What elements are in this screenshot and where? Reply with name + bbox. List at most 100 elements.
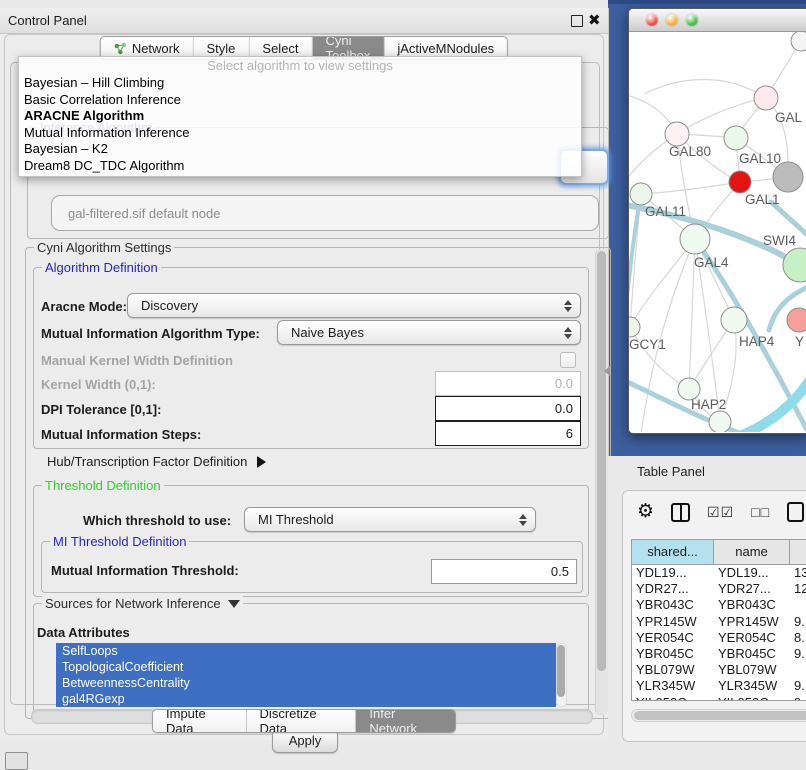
settings-scrollbar-thumb[interactable]	[597, 251, 606, 671]
node-label-gal: GAL	[775, 110, 803, 125]
table-row[interactable]: YER054CYER054C8.	[632, 630, 806, 646]
mi-algorithm-type-select[interactable]: Naive Bayes	[277, 320, 581, 345]
network-node-gal1[interactable]	[729, 171, 751, 193]
aracne-mode-select[interactable]: Discovery	[127, 293, 581, 318]
panel-collapse-arrow-icon[interactable]	[604, 366, 610, 376]
table-row[interactable]: YBR043CYBR043C	[632, 597, 806, 613]
hub-definition-toggle[interactable]: Hub/Transcription Factor Definition	[47, 454, 266, 469]
tab-infer-network[interactable]: Infer Network	[356, 710, 455, 732]
table-cell: YPR145W	[632, 614, 714, 630]
network-node[interactable]	[773, 162, 803, 192]
data-attributes-label: Data Attributes	[37, 625, 130, 640]
table-browser: ⚙ ☑☑ □□ shared...name YDL19...YDL19...13…	[622, 490, 806, 742]
column-header-name[interactable]: name	[714, 540, 790, 564]
columns-icon[interactable]	[671, 503, 690, 522]
mi-threshold-field[interactable]: 0.5	[431, 559, 577, 584]
manual-kernel-width-checkbox[interactable]	[560, 352, 576, 368]
table-row[interactable]: YBR045CYBR045C9.	[632, 646, 806, 662]
table-row[interactable]: YIL052CYIL052C9.	[632, 695, 806, 701]
select-all-columns-icon[interactable]: ☑☑	[707, 501, 734, 523]
function-builder-icon[interactable]	[787, 502, 804, 522]
kernel-width-field[interactable]: 0.0	[435, 371, 581, 396]
table-cell: YBR043C	[632, 597, 714, 613]
minimized-panel-icon[interactable]	[5, 752, 28, 770]
algorithm-option-aracne-algorithm[interactable]: ARACNE Algorithm	[19, 108, 581, 125]
data-attributes-list[interactable]: SelfLoopsTopologicalCoefficientBetweenne…	[56, 643, 556, 707]
tab-label: Network	[132, 41, 180, 56]
table-rows: YDL19...YDL19...13YDR27...YDR27...12YBR0…	[632, 565, 806, 700]
attribute-item-gal4rgexp[interactable]: gal4RGexp	[56, 691, 556, 707]
close-traffic-light-icon[interactable]	[646, 14, 658, 26]
network-node-y[interactable]	[787, 308, 806, 332]
network-node-gal10[interactable]	[724, 126, 748, 150]
column-header-shared[interactable]: shared...	[632, 540, 714, 564]
tab-discretize-data[interactable]: Discretize Data	[247, 710, 357, 732]
node-label-gal11: GAL11	[645, 204, 686, 219]
node-label-hap4: HAP4	[739, 334, 775, 349]
mi-steps-field[interactable]: 6	[435, 421, 581, 446]
spinner-arrows-icon	[564, 300, 572, 312]
algorithm-option-bayesian-k2[interactable]: Bayesian – K2	[19, 141, 581, 158]
network-node-hap4[interactable]	[721, 307, 747, 333]
tab-label: Impute Data	[166, 709, 233, 733]
table-row[interactable]: YDR27...YDR27...12	[632, 581, 806, 597]
attribute-item-betweennesscentrality[interactable]: BetweennessCentrality	[56, 675, 556, 691]
algorithm-option-mutual-information-inference[interactable]: Mutual Information Inference	[19, 125, 581, 142]
table-cell: YBR043C	[714, 597, 790, 613]
network-canvas[interactable]: GALGAL80GAL10GAL1GAL11GAL4SWI4HAP4YGCY1H…	[629, 32, 806, 432]
deselect-all-columns-icon[interactable]: □□	[751, 501, 770, 523]
table-cell: YLR345W	[714, 678, 790, 694]
close-icon[interactable]: ✖	[588, 10, 601, 31]
algorithm-dropdown-popup: Select algorithm to view settings Bayesi…	[18, 56, 582, 177]
network-node[interactable]	[709, 411, 731, 432]
network-node-swi4[interactable]	[783, 248, 806, 282]
dpi-tolerance-field[interactable]: 0.0	[435, 396, 581, 421]
algorithm-option-basic-correlation-inference[interactable]: Basic Correlation Inference	[19, 92, 581, 109]
network-nodes[interactable]	[629, 32, 806, 432]
node-label-gal10: GAL10	[739, 151, 781, 166]
algorithm-option-dream8-dc-tdc-algorithm[interactable]: Dream8 DC_TDC Algorithm	[19, 158, 581, 175]
tab-impute-data[interactable]: Impute Data	[153, 710, 247, 732]
network-node[interactable]	[791, 32, 806, 51]
table-cell: 9.	[790, 614, 806, 630]
table-cell	[790, 597, 806, 613]
gear-icon[interactable]: ⚙	[637, 501, 654, 523]
algorithm-definition-title: Algorithm Definition	[42, 260, 161, 275]
float-window-icon[interactable]	[571, 15, 583, 27]
network-node-gal[interactable]	[754, 86, 778, 110]
algorithm-option-bayesian-hill-climbing[interactable]: Bayesian – Hill Climbing	[19, 75, 581, 92]
network-node-gal80[interactable]	[665, 122, 689, 146]
table-row[interactable]: YLR345WYLR345W9.	[632, 678, 806, 694]
attribute-item-selfloops[interactable]: SelfLoops	[56, 643, 556, 659]
table-row[interactable]: YBL079WYBL079W	[632, 662, 806, 678]
table-cell: 9.	[790, 695, 806, 701]
table-row[interactable]: YDL19...YDL19...13	[632, 565, 806, 581]
node-label-hap2: HAP2	[691, 397, 726, 412]
table-cell: YBR045C	[714, 646, 790, 662]
table-row[interactable]: YPR145WYPR145W9.	[632, 614, 806, 630]
network-view-window[interactable]: GALGAL80GAL10GAL1GAL11GAL4SWI4HAP4YGCY1H…	[628, 8, 806, 434]
network-window-titlebar	[629, 9, 806, 32]
network-node-gal11[interactable]	[630, 183, 652, 205]
attribute-item-topologicalcoefficient[interactable]: TopologicalCoefficient	[56, 659, 556, 675]
network-node-gcy1[interactable]	[629, 317, 640, 337]
network-icon	[114, 42, 127, 55]
network-selector-field[interactable]: gal-filtered.sif default node	[51, 195, 599, 231]
table-cell: YBL079W	[714, 662, 790, 678]
dropdown-placeholder: Select algorithm to view settings	[19, 57, 581, 75]
table-cell: 13	[790, 565, 806, 581]
node-label-gal80: GAL80	[669, 144, 711, 159]
table-cell: YPR145W	[714, 614, 790, 630]
node-label-gcy1: GCY1	[629, 337, 666, 352]
network-node-gal4[interactable]	[680, 224, 710, 254]
desktop-top-strip	[608, 0, 806, 4]
which-threshold-select[interactable]: MI Threshold	[244, 507, 536, 532]
table-cell: YER054C	[714, 630, 790, 646]
column-header-partial[interactable]	[790, 540, 806, 564]
minimize-traffic-light-icon[interactable]	[666, 14, 678, 26]
table-hscrollbar-thumb[interactable]	[634, 711, 806, 720]
zoom-traffic-light-icon[interactable]	[686, 14, 698, 26]
spinner-arrows-icon	[564, 327, 572, 339]
tab-label: Infer Network	[369, 709, 442, 733]
attributes-scrollbar-thumb[interactable]	[557, 645, 565, 697]
